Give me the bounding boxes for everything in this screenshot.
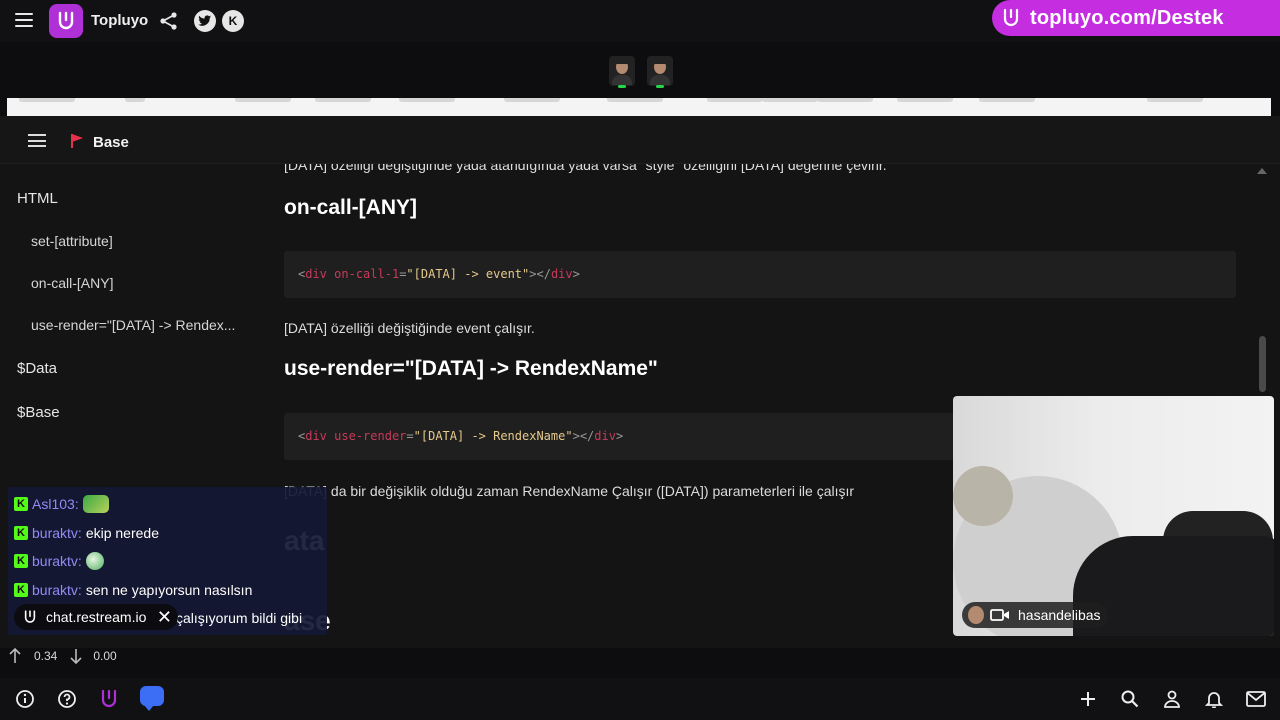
video-camera-icon [990,609,1009,621]
user-icon[interactable] [1161,688,1183,710]
topluyo-small-icon [24,610,36,623]
doc-title: Base [93,134,129,151]
sidebar-item-base[interactable]: $Base [17,404,60,421]
doc-header: Base [0,116,1280,164]
sidebar-item-set-attribute[interactable]: set-[attribute] [31,233,113,249]
webcam-video[interactable] [953,396,1274,636]
code-block-on-call: <div on-call-1="[DATA] -> event"></div> [284,251,1236,298]
arrow-down-icon [70,649,82,664]
kick-icon[interactable]: K [222,10,244,32]
paragraph-style: [DATA] özelliği değiştiğinde yada atandı… [284,164,887,173]
kick-badge-icon: K [14,583,28,597]
bubble-emote-icon [85,552,104,570]
heading-on-call: on-call-[ANY] [284,196,417,219]
menu-icon[interactable] [15,13,33,27]
chat-message: çalışıyorum bildi gibi [176,607,302,629]
promo-banner[interactable]: topluyo.com/Destek [992,0,1280,36]
chat-icon[interactable] [140,686,164,711]
doc-menu-icon[interactable] [28,134,46,147]
kick-badge-icon: K [14,497,28,511]
participant-avatar[interactable] [647,56,673,88]
promo-url[interactable]: topluyo.com/Destek [1030,7,1224,30]
chat-text: çalışıyorum bildi gibi [176,610,303,626]
scrollbar-thumb[interactable] [1259,336,1266,392]
upload-value: 0.34 [34,649,58,663]
chat-username[interactable]: buraktv [32,525,78,541]
topluyo-icon[interactable] [98,688,120,710]
sidebar-item-data[interactable]: $Data [17,360,57,377]
user-avatar [968,606,984,624]
sidebar-item-use-render[interactable]: use-render="[DATA] -> Rendex... [31,317,235,333]
download-value: 0.00 [93,649,117,663]
info-icon[interactable] [14,688,36,710]
search-icon[interactable] [1119,688,1141,710]
heading-use-render: use-render="[DATA] -> RendexName" [284,357,658,380]
participants-row [0,42,1280,98]
screen: Topluyo K topluyo.com/Destek Base HTML s… [0,0,1280,720]
twitter-icon[interactable] [194,10,216,32]
close-icon[interactable]: ✕ [157,607,172,628]
captured-bookmarks-bar [7,98,1271,116]
mail-icon[interactable] [1245,688,1267,710]
chat-username[interactable]: buraktv [32,582,78,598]
chat-text: sen ne yapıyorsun nasılsın [85,582,253,598]
scroll-up-arrow[interactable] [1257,168,1267,174]
paragraph-event: [DATA] özelliği değiştiğinde event çalış… [284,320,535,336]
chat-source-pill[interactable]: chat.restream.io ✕ [14,604,178,630]
chat-message: K buraktv: sen ne yapıyorsun nasılsın [14,579,252,601]
participant-avatar[interactable] [609,56,635,88]
chat-message: K buraktv: ekip nerede [14,522,159,544]
chat-username[interactable]: buraktv [32,553,78,569]
webcam-user-tag: hasandelibas [962,602,1108,628]
share-icon[interactable] [158,10,180,32]
paragraph-rendex: [DATA] da bir değişiklik olduğu zaman Re… [284,483,854,499]
network-stats: 0.34 0.00 [8,645,117,667]
kick-badge-icon: K [14,526,28,540]
top-bar: Topluyo K topluyo.com/Destek [0,0,1280,42]
chat-message: K buraktv: [14,550,104,572]
paragraph-rendex-rest: ] da bir değişiklik olduğu zaman RendexN… [323,483,855,499]
help-icon[interactable] [56,688,78,710]
arrow-up-icon [9,648,21,663]
chat-text: ekip nerede [85,525,159,541]
kick-badge-icon: K [14,554,28,568]
brand-name[interactable]: Topluyo [91,12,148,29]
sidebar-item-html[interactable]: HTML [17,190,58,207]
topluyo-logo[interactable] [49,4,83,38]
flag-icon [71,134,83,148]
webcam-username: hasandelibas [1018,607,1101,623]
bottom-bar [0,678,1280,720]
chat-message: K Asl103: [14,493,109,515]
bell-icon[interactable] [1203,688,1225,710]
plus-icon[interactable] [1077,688,1099,710]
chat-source-label: chat.restream.io [46,609,147,625]
frog-emote-icon [82,495,109,513]
topluyo-promo-icon [1003,8,1019,27]
chat-username[interactable]: Asl103 [32,496,75,512]
sidebar-item-on-call[interactable]: on-call-[ANY] [31,275,113,291]
